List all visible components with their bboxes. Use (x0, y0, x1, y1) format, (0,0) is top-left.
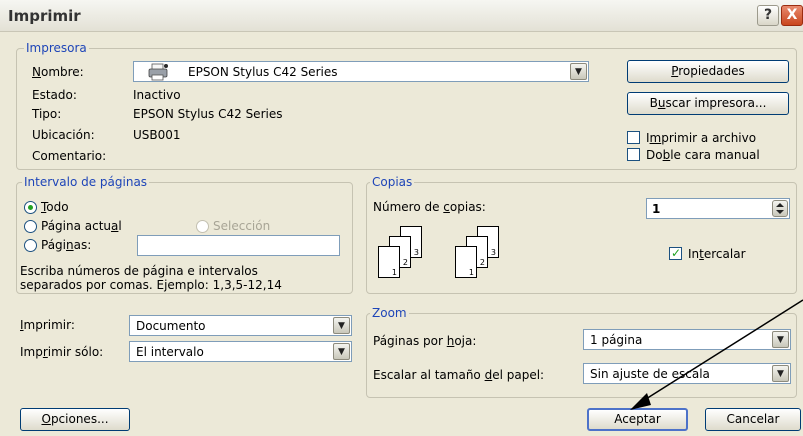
annotation-arrow (630, 299, 803, 410)
